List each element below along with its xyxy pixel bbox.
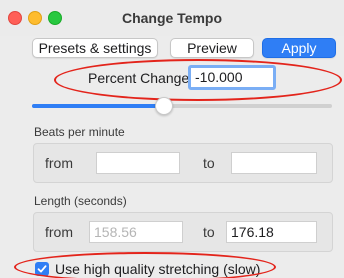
change-tempo-dialog: Change Tempo Presets & settings Preview … [0,0,344,278]
window-title: Change Tempo [121,10,223,26]
bpm-from-label: from [45,155,73,171]
title-bar: Change Tempo [0,0,344,36]
percent-change-slider-track[interactable] [32,104,332,108]
bpm-to-label: to [203,155,215,171]
percent-change-slider-thumb[interactable] [155,97,173,115]
bpm-group: from to [33,143,333,183]
length-from-field: 158.56 [89,221,183,243]
presets-settings-button[interactable]: Presets & settings [32,38,158,58]
length-group: from 158.56 to 176.18 [33,212,333,252]
apply-button[interactable]: Apply [262,38,336,58]
preview-button[interactable]: Preview [170,38,254,58]
annotation-ellipse-percent-change [54,59,342,101]
length-section-label: Length (seconds) [34,194,127,208]
percent-change-slider-fill [32,104,164,108]
annotation-ellipse-high-quality [14,252,276,278]
bpm-section-label: Beats per minute [34,125,125,139]
length-to-label: to [203,224,215,240]
bpm-to-field[interactable] [231,152,317,174]
length-from-label: from [45,224,73,240]
bpm-from-field[interactable] [96,152,180,174]
length-to-field[interactable]: 176.18 [226,221,317,243]
